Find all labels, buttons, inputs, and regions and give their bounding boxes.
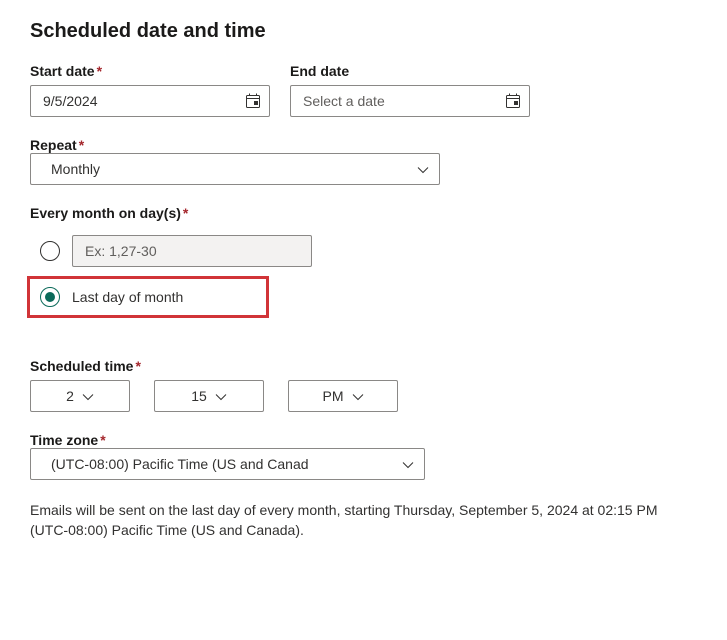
day-options-label: Every month on day(s)*	[30, 205, 697, 221]
timezone-select[interactable]: (UTC-08:00) Pacific Time (US and Canad	[30, 448, 425, 480]
chevron-down-icon	[417, 163, 429, 175]
summary-text: Emails will be sent on the last day of e…	[30, 500, 697, 540]
start-date-label: Start date*	[30, 63, 270, 79]
section-heading: Scheduled date and time	[30, 20, 697, 43]
repeat-label: Repeat*	[30, 137, 84, 153]
chevron-down-icon	[82, 390, 94, 402]
calendar-icon	[505, 93, 521, 109]
timezone-value: (UTC-08:00) Pacific Time (US and Canad	[51, 456, 309, 472]
end-date-label: End date	[290, 63, 530, 79]
start-date-value: 9/5/2024	[43, 93, 98, 109]
timezone-label: Time zone*	[30, 432, 106, 448]
scheduled-time-label: Scheduled time*	[30, 358, 141, 374]
end-date-placeholder: Select a date	[303, 93, 385, 109]
repeat-select[interactable]: Monthly	[30, 153, 440, 185]
hour-select[interactable]: 2	[30, 380, 130, 412]
specific-days-radio[interactable]	[40, 241, 60, 261]
last-day-radio[interactable]	[40, 287, 60, 307]
end-date-input[interactable]: Select a date	[290, 85, 530, 117]
highlight-box: Last day of month	[27, 276, 269, 318]
start-date-input[interactable]: 9/5/2024	[30, 85, 270, 117]
minute-select[interactable]: 15	[154, 380, 264, 412]
chevron-down-icon	[215, 390, 227, 402]
calendar-icon	[245, 93, 261, 109]
repeat-value: Monthly	[51, 161, 100, 177]
ampm-select[interactable]: PM	[288, 380, 398, 412]
chevron-down-icon	[352, 390, 364, 402]
specific-days-input[interactable]: Ex: 1,27-30	[72, 235, 312, 267]
last-day-label: Last day of month	[72, 289, 183, 305]
chevron-down-icon	[402, 458, 414, 470]
